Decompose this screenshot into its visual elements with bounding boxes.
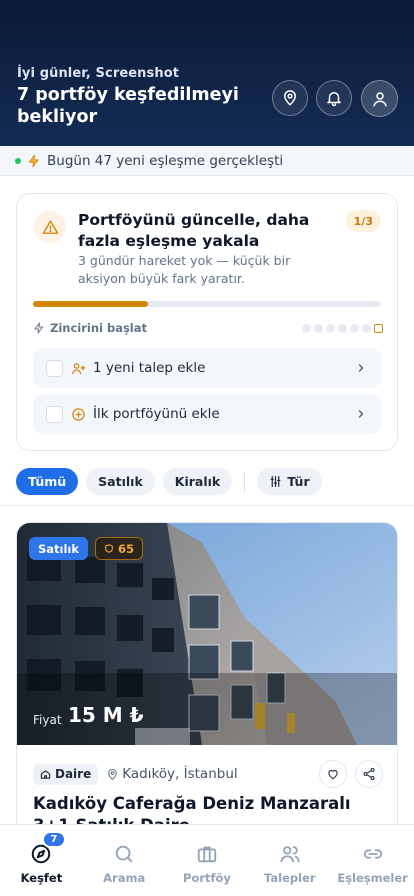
- nav-badge: 7: [42, 831, 66, 848]
- streak-dot: [338, 323, 347, 333]
- warning-badge: [34, 211, 66, 243]
- bottom-nav: Keşfet 7 Arama Portföy Talepler Eşleşmel…: [0, 824, 414, 896]
- profile-button[interactable]: [361, 80, 398, 117]
- lightning-outline-icon: [34, 322, 43, 334]
- streak-dot: [326, 323, 335, 333]
- filter-chip-rent[interactable]: Kiralık: [162, 468, 233, 495]
- listing-meta: Daire Kadıköy, İstanbul: [33, 760, 383, 788]
- activity-banner: Bugün 47 yeni eşleşme gerçekleşti: [0, 146, 414, 176]
- heart-icon: [328, 769, 338, 780]
- user-plus-icon: [71, 362, 86, 374]
- task-checkbox[interactable]: [46, 359, 63, 377]
- bell-icon: [327, 92, 341, 107]
- streak-label: Zincirini başlat: [50, 321, 148, 335]
- nav-label: Arama: [103, 871, 146, 885]
- share-button[interactable]: [355, 760, 383, 788]
- location-pin-icon: [108, 768, 118, 780]
- plus-circle-icon: [72, 407, 85, 421]
- streak-dot-current: [374, 323, 383, 333]
- task-label: İlk portföyünü ekle: [93, 406, 220, 422]
- location-button[interactable]: [272, 80, 308, 116]
- filter-type-label: Tür: [287, 474, 310, 489]
- listing-card[interactable]: Satılık 65 Fiyat 15 M ₺ Daire Kadıköy, İ…: [16, 522, 398, 842]
- location: Kadıköy, İstanbul: [106, 766, 238, 782]
- progress-fill: [33, 301, 148, 307]
- streak-dot: [350, 323, 359, 333]
- match-score-badge: 65: [95, 537, 144, 560]
- task-card-subtitle: 3 gündür hareket yok — küçük bir aksiyon…: [78, 253, 291, 286]
- location-pin-icon: [284, 90, 296, 106]
- briefcase-icon: [197, 846, 217, 863]
- streak-dot: [362, 323, 371, 333]
- nav-item-portfolio[interactable]: Portföy: [166, 825, 249, 896]
- price-value: 15 M ₺: [68, 703, 144, 727]
- filter-divider: [244, 471, 246, 492]
- streak-dot: [314, 323, 323, 333]
- streak-dots: [302, 323, 383, 333]
- warning-triangle-icon: [42, 219, 58, 234]
- nav-label: Eşleşmeler: [337, 871, 408, 885]
- step-counter-badge: 1/3: [345, 210, 381, 232]
- listing-type-badge: Satılık: [29, 537, 89, 560]
- location-text: Kadıköy, İstanbul: [122, 766, 238, 782]
- streak-dot: [302, 323, 311, 333]
- sliders-icon: [270, 476, 281, 487]
- filter-type-button[interactable]: Tür: [257, 468, 322, 495]
- home-icon: [40, 769, 51, 779]
- live-dot: [15, 157, 21, 164]
- nav-label: Keşfet: [20, 871, 63, 885]
- nav-label: Portföy: [183, 871, 231, 885]
- share-icon: [363, 767, 375, 781]
- task-item-add-portfolio[interactable]: İlk portföyünü ekle: [33, 394, 381, 434]
- shield-icon: [105, 544, 113, 553]
- greeting-text: İyi günler, Screenshot: [17, 66, 180, 81]
- task-label: 1 yeni talep ekle: [93, 360, 206, 376]
- category-label: Daire: [55, 767, 92, 781]
- task-item-add-request[interactable]: 1 yeni talep ekle: [33, 348, 381, 388]
- listing-photo[interactable]: Satılık 65 Fiyat 15 M ₺: [17, 523, 397, 745]
- nav-item-matches[interactable]: Eşleşmeler: [331, 825, 414, 896]
- search-icon: [115, 845, 133, 863]
- notifications-button[interactable]: [316, 80, 352, 116]
- task-card-title: Portföyünü güncelle, daha fazla eşleşme …: [78, 211, 310, 250]
- chevron-right-icon: [358, 364, 364, 372]
- banner-text: Bugün 47 yeni eşleşme gerçekleşti: [47, 152, 284, 169]
- task-card: Portföyünü güncelle, daha fazla eşleşme …: [16, 193, 398, 451]
- chevron-right-icon: [358, 410, 364, 418]
- nav-item-search[interactable]: Arama: [83, 825, 166, 896]
- price-label: Fiyat: [33, 713, 62, 727]
- filter-bar: Tümü Satılık Kiralık Tür: [16, 468, 330, 495]
- section-divider: [0, 505, 414, 506]
- favorite-button[interactable]: [319, 760, 347, 788]
- nav-item-requests[interactable]: Talepler: [248, 825, 331, 896]
- lightning-icon: [28, 154, 39, 167]
- filter-chip-all[interactable]: Tümü: [16, 468, 79, 495]
- task-checkbox[interactable]: [46, 405, 63, 423]
- header: İyi günler, Screenshot 7 portföy keşfedi…: [0, 0, 414, 146]
- match-score-value: 65: [118, 541, 135, 556]
- link-icon: [363, 849, 382, 859]
- category-chip: Daire: [33, 763, 99, 785]
- nav-item-discover[interactable]: Keşfet 7: [0, 825, 83, 896]
- user-icon: [372, 91, 387, 106]
- headline-text: 7 portföy keşfedilmeyi bekliyor: [17, 85, 239, 127]
- progress-bar: [33, 301, 381, 307]
- users-icon: [280, 846, 300, 863]
- streak-row: Zincirini başlat: [33, 321, 383, 335]
- filter-chip-sale[interactable]: Satılık: [86, 468, 155, 495]
- nav-label: Talepler: [264, 871, 316, 885]
